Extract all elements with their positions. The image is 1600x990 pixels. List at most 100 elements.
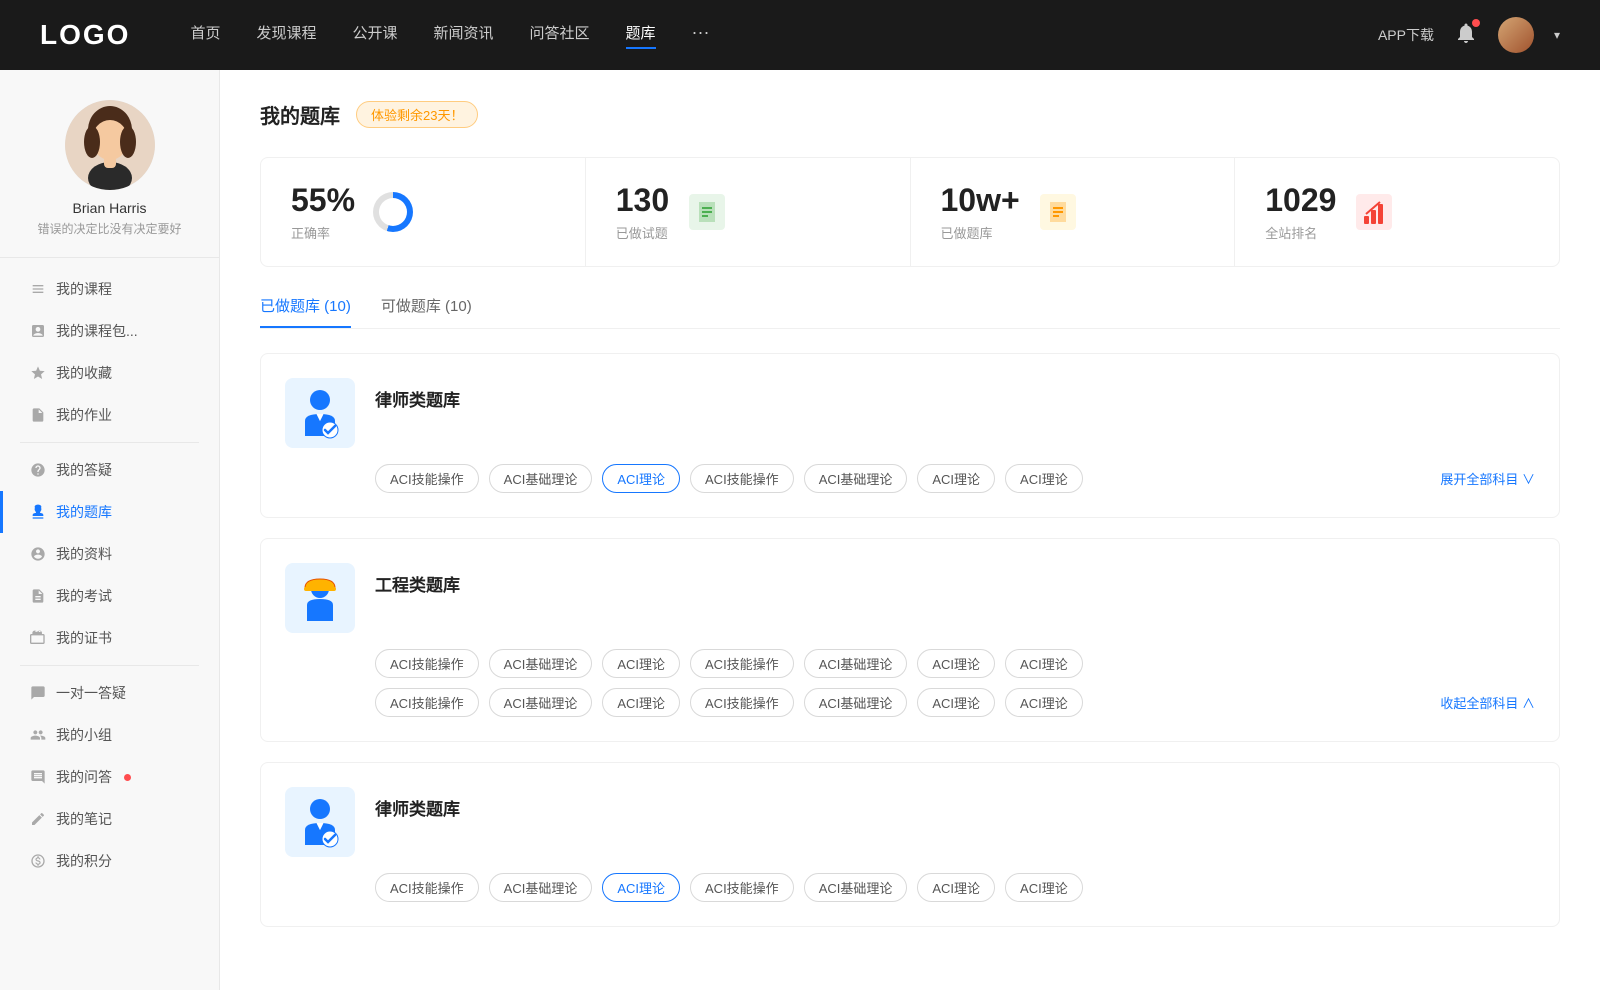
profile-avatar-image xyxy=(65,100,155,190)
tag-aci-theory-active-1[interactable]: ACI理论 xyxy=(602,464,680,493)
navbar-right: APP下载 ▾ xyxy=(1378,17,1560,53)
sidebar-label-my-favorites: 我的收藏 xyxy=(56,363,112,383)
tag-eng2-basic-theory-1[interactable]: ACI基础理论 xyxy=(489,688,593,717)
course-icon xyxy=(30,281,46,297)
nav-discover[interactable]: 发现课程 xyxy=(256,22,316,49)
user-avatar[interactable] xyxy=(1498,17,1534,53)
stat-done-banks: 10w+ 已做题库 xyxy=(911,158,1236,266)
sidebar-item-my-homework[interactable]: 我的作业 xyxy=(0,394,219,436)
nav-qbank[interactable]: 题库 xyxy=(626,22,656,49)
tag-law2-basic-theory-1[interactable]: ACI基础理论 xyxy=(489,873,593,902)
qbank-card-lawyer-1: 律师类题库 ACI技能操作 ACI基础理论 ACI理论 ACI技能操作 ACI基… xyxy=(260,353,1560,518)
collapse-all-link-engineer[interactable]: 收起全部科目 ∧ xyxy=(1440,693,1535,712)
tab-available-banks[interactable]: 可做题库 (10) xyxy=(381,295,472,328)
stat-done-questions-value: 130 xyxy=(616,182,669,219)
tag-eng2-skill-op-1[interactable]: ACI技能操作 xyxy=(375,688,479,717)
tag-law2-basic-theory-2[interactable]: ACI基础理论 xyxy=(804,873,908,902)
sidebar-item-forum-qa[interactable]: 我的问答 xyxy=(0,756,219,798)
lawyer-svg-icon-2 xyxy=(295,795,345,850)
tag-aci-theory-2[interactable]: ACI理论 xyxy=(917,464,995,493)
sidebar-label-my-course: 我的课程 xyxy=(56,279,112,299)
page-title: 我的题库 xyxy=(260,100,340,129)
tag-eng-basic-theory-1[interactable]: ACI基础理论 xyxy=(489,649,593,678)
nav-menu: 首页 发现课程 公开课 新闻资讯 问答社区 题库 ··· xyxy=(190,22,1378,49)
nav-open-course[interactable]: 公开课 xyxy=(352,22,397,49)
tag-law2-skill-op-2[interactable]: ACI技能操作 xyxy=(690,873,794,902)
engineer-svg-icon xyxy=(295,571,345,626)
profile-icon xyxy=(30,546,46,562)
expand-all-link-lawyer-1[interactable]: 展开全部科目 ∨ xyxy=(1440,469,1535,488)
nav-more[interactable]: ··· xyxy=(692,22,710,49)
app-download-link[interactable]: APP下载 xyxy=(1378,25,1434,45)
tag-eng2-theory-2[interactable]: ACI理论 xyxy=(917,688,995,717)
nav-qa[interactable]: 问答社区 xyxy=(530,22,590,49)
logo[interactable]: LOGO xyxy=(40,19,130,51)
sidebar-item-my-package[interactable]: 我的课程包... xyxy=(0,310,219,352)
tag-eng-skill-op-2[interactable]: ACI技能操作 xyxy=(690,649,794,678)
tag-aci-skill-op-2[interactable]: ACI技能操作 xyxy=(690,464,794,493)
sidebar-divider-1 xyxy=(20,442,199,443)
tag-law2-theory-3[interactable]: ACI理论 xyxy=(1005,873,1083,902)
tag-aci-basic-theory-2[interactable]: ACI基础理论 xyxy=(804,464,908,493)
tag-law2-theory-2[interactable]: ACI理论 xyxy=(917,873,995,902)
sidebar-item-my-course[interactable]: 我的课程 xyxy=(0,268,219,310)
tag-aci-skill-op-1[interactable]: ACI技能操作 xyxy=(375,464,479,493)
exam-icon xyxy=(30,588,46,604)
tag-eng-basic-theory-2[interactable]: ACI基础理论 xyxy=(804,649,908,678)
notification-bell[interactable] xyxy=(1454,21,1478,50)
qbank-tags-engineer-row2: ACI技能操作 ACI基础理论 ACI理论 ACI技能操作 ACI基础理论 AC… xyxy=(285,688,1535,717)
tag-law2-theory-active[interactable]: ACI理论 xyxy=(602,873,680,902)
sidebar-profile: Brian Harris 错误的决定比没有决定要好 xyxy=(0,100,219,258)
tag-law2-skill-op-1[interactable]: ACI技能操作 xyxy=(375,873,479,902)
lawyer-svg-icon xyxy=(295,386,345,441)
sidebar-item-tutor[interactable]: 一对一答疑 xyxy=(0,672,219,714)
qbank-card-lawyer-2: 律师类题库 ACI技能操作 ACI基础理论 ACI理论 ACI技能操作 ACI基… xyxy=(260,762,1560,927)
stat-done-questions-icon xyxy=(687,192,727,232)
tag-eng2-theory-3[interactable]: ACI理论 xyxy=(1005,688,1083,717)
tag-eng-theory-2[interactable]: ACI理论 xyxy=(917,649,995,678)
tag-eng-theory-3[interactable]: ACI理论 xyxy=(1005,649,1083,678)
tabs-row: 已做题库 (10) 可做题库 (10) xyxy=(260,295,1560,329)
qbank-title-engineer: 工程类题库 xyxy=(375,571,460,596)
question-icon xyxy=(30,462,46,478)
sidebar-label-my-package: 我的课程包... xyxy=(56,321,138,341)
tag-aci-basic-theory-1[interactable]: ACI基础理论 xyxy=(489,464,593,493)
tag-eng2-theory-1[interactable]: ACI理论 xyxy=(602,688,680,717)
star-icon xyxy=(30,365,46,381)
qbank-tags-engineer-row1: ACI技能操作 ACI基础理论 ACI理论 ACI技能操作 ACI基础理论 AC… xyxy=(285,649,1535,678)
sidebar-item-my-points[interactable]: 我的积分 xyxy=(0,840,219,882)
sidebar-item-my-group[interactable]: 我的小组 xyxy=(0,714,219,756)
sidebar-item-my-profile[interactable]: 我的资料 xyxy=(0,533,219,575)
tag-eng-theory-1[interactable]: ACI理论 xyxy=(602,649,680,678)
sidebar-item-my-cert[interactable]: 我的证书 xyxy=(0,617,219,659)
tag-eng-skill-op-1[interactable]: ACI技能操作 xyxy=(375,649,479,678)
stat-accuracy-content: 55% 正确率 xyxy=(291,182,355,242)
tag-aci-theory-3[interactable]: ACI理论 xyxy=(1005,464,1083,493)
pie-chart-inner xyxy=(379,198,407,226)
stat-ranking-content: 1029 全站排名 xyxy=(1265,182,1336,242)
tab-done-banks[interactable]: 已做题库 (10) xyxy=(260,295,351,328)
nav-home[interactable]: 首页 xyxy=(190,22,220,49)
tag-eng2-basic-theory-2[interactable]: ACI基础理论 xyxy=(804,688,908,717)
sidebar-username: Brian Harris xyxy=(0,200,219,216)
tag-eng2-skill-op-2[interactable]: ACI技能操作 xyxy=(690,688,794,717)
doc-yellow-icon xyxy=(1040,194,1076,230)
stat-done-questions: 130 已做试题 xyxy=(586,158,911,266)
sidebar-item-my-qbank[interactable]: 我的题库 xyxy=(0,491,219,533)
sidebar-item-my-exam[interactable]: 我的考试 xyxy=(0,575,219,617)
sidebar-label-my-qbank: 我的题库 xyxy=(56,502,112,522)
tutor-icon xyxy=(30,685,46,701)
stat-done-banks-label: 已做题库 xyxy=(941,223,1020,242)
sidebar-menu: 我的课程 我的课程包... 我的收藏 我的作业 我的答疑 xyxy=(0,268,219,882)
sidebar-item-my-qa[interactable]: 我的答疑 xyxy=(0,449,219,491)
stat-ranking-icon xyxy=(1354,192,1394,232)
sidebar-item-my-notes[interactable]: 我的笔记 xyxy=(0,798,219,840)
stat-ranking-value: 1029 xyxy=(1265,182,1336,219)
stat-accuracy-label: 正确率 xyxy=(291,223,355,242)
qbank-card-engineer: 工程类题库 ACI技能操作 ACI基础理论 ACI理论 ACI技能操作 ACI基… xyxy=(260,538,1560,742)
trial-badge: 体验剩余23天！ xyxy=(356,101,478,128)
stat-done-questions-label: 已做试题 xyxy=(616,223,669,242)
user-menu-chevron[interactable]: ▾ xyxy=(1554,28,1560,42)
nav-news[interactable]: 新闻资讯 xyxy=(434,22,494,49)
sidebar-item-my-favorites[interactable]: 我的收藏 xyxy=(0,352,219,394)
